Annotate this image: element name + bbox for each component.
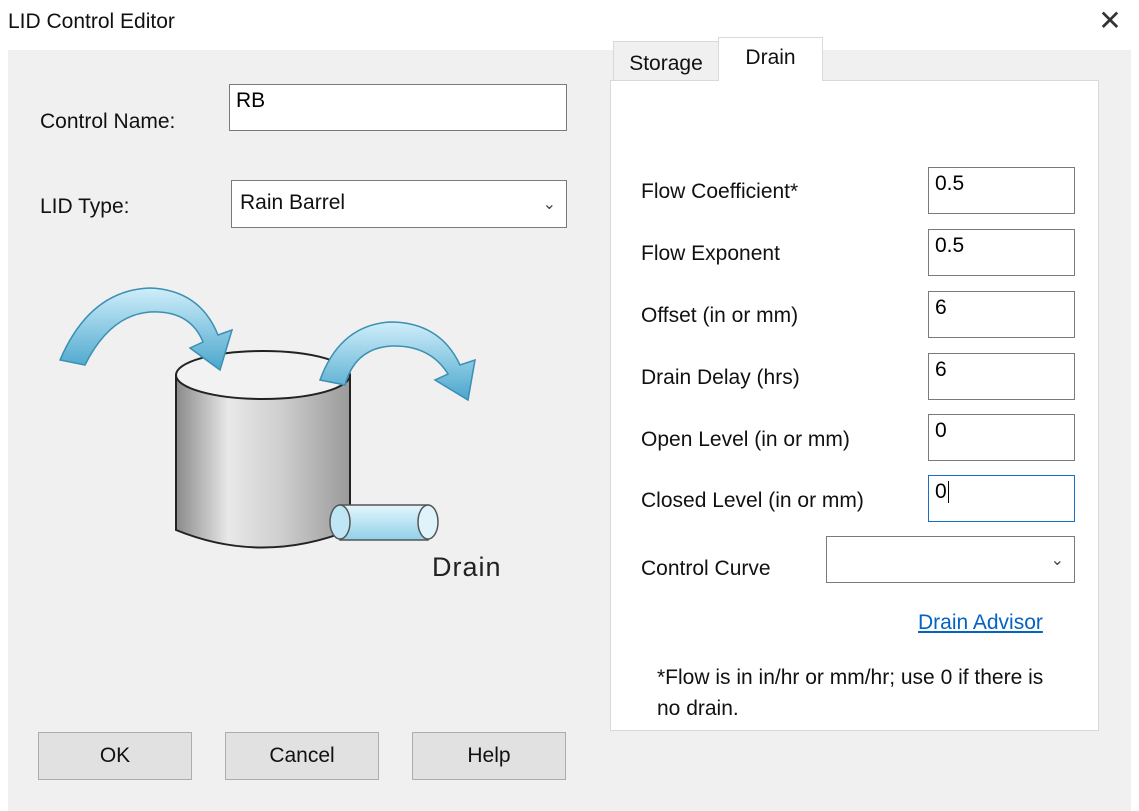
text-cursor [947, 481, 949, 504]
drain-delay-input[interactable]: 6 [928, 353, 1075, 400]
tab-drain[interactable]: Drain [718, 37, 823, 81]
control-name-label: Control Name: [40, 110, 176, 133]
control-name-input[interactable]: RB [229, 84, 567, 131]
lid-type-label: LID Type: [40, 195, 130, 218]
flow-footnote: *Flow is in in/hr or mm/hr; use 0 if the… [657, 666, 1044, 720]
open-level-label: Open Level (in or mm) [641, 428, 850, 451]
lid-type-select[interactable]: Rain Barrel ⌄ [231, 180, 567, 228]
offset-input[interactable]: 6 [928, 291, 1075, 338]
rain-barrel-illustration: Drain [40, 240, 560, 605]
ok-button[interactable]: OK [38, 732, 192, 780]
flow-exponent-label: Flow Exponent [641, 242, 780, 265]
chevron-down-icon: ⌄ [1050, 551, 1064, 569]
closed-level-label: Closed Level (in or mm) [641, 489, 864, 512]
control-curve-select[interactable]: ⌄ [826, 536, 1075, 583]
flow-coefficient-input[interactable]: 0.5 [928, 167, 1075, 214]
window-title: LID Control Editor [8, 10, 175, 33]
control-curve-label: Control Curve [641, 557, 771, 580]
offset-label: Offset (in or mm) [641, 304, 799, 327]
drain-delay-label: Drain Delay (hrs) [641, 366, 800, 389]
tab-storage[interactable]: Storage [613, 41, 719, 80]
closed-level-value: 0 [935, 480, 947, 503]
lid-type-value: Rain Barrel [240, 191, 346, 214]
closed-level-input[interactable]: 0 [928, 475, 1075, 522]
flow-coefficient-label: Flow Coefficient* [641, 180, 799, 203]
close-icon[interactable]: ✕ [1095, 6, 1125, 36]
title-bar: LID Control Editor ✕ [0, 0, 1139, 50]
help-button[interactable]: Help [412, 732, 566, 780]
cancel-button[interactable]: Cancel [225, 732, 379, 780]
drain-caption: Drain [432, 552, 502, 582]
chevron-down-icon: ⌄ [542, 196, 556, 213]
drain-advisor-link[interactable]: Drain Advisor [918, 611, 1043, 635]
flow-exponent-input[interactable]: 0.5 [928, 229, 1075, 276]
open-level-input[interactable]: 0 [928, 414, 1075, 461]
